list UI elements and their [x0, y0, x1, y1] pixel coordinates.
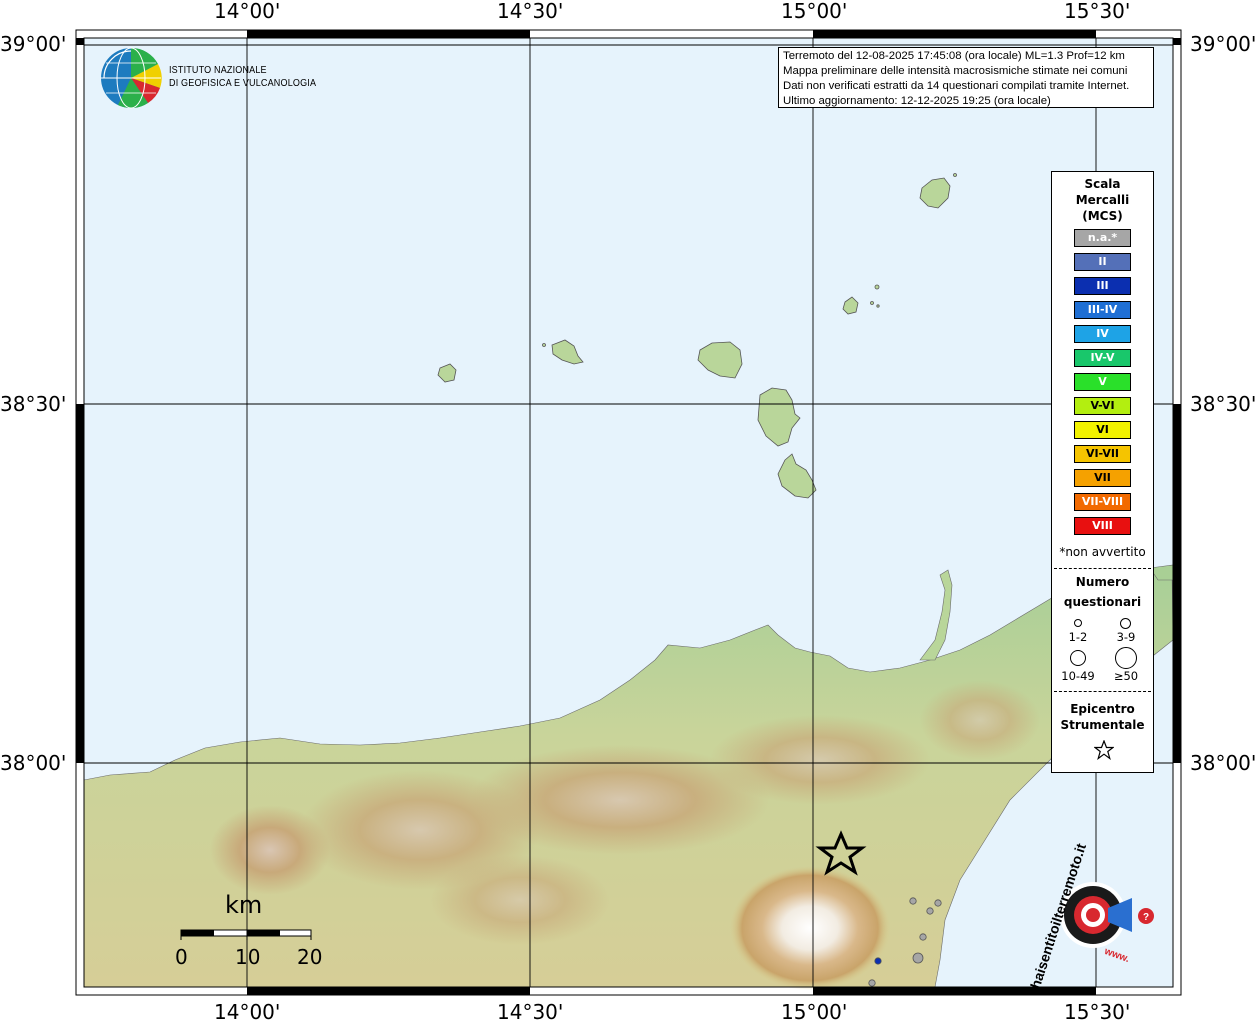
- relief: [710, 715, 930, 805]
- intensity-swatch: VII: [1074, 469, 1131, 487]
- lat-label-left: 39°00': [0, 32, 67, 56]
- circle-size-3-9-icon: [1120, 618, 1131, 629]
- non-avvertito-note: *non avvertito: [1059, 545, 1146, 559]
- legend-title: (MCS): [1082, 209, 1123, 223]
- legend-separator: [1054, 568, 1151, 569]
- intensity-point[interactable]: [926, 907, 934, 915]
- questionari-title: Numero: [1075, 575, 1130, 589]
- intensity-point[interactable]: [874, 957, 882, 965]
- circle-size-label: 10-49: [1061, 669, 1095, 683]
- intensity-map: ? 14°00' 14°30' 15°00' 15°30' 14°00' 14°…: [0, 0, 1255, 1024]
- legend-separator: [1054, 691, 1151, 692]
- scale-tick-label: 0: [175, 945, 188, 969]
- event-info-line: Terremoto del 12-08-2025 17:45:08 (ora l…: [783, 50, 1125, 62]
- lat-label-left: 38°30': [0, 392, 67, 416]
- relief: [920, 680, 1040, 760]
- epicentro-title: Epicentro: [1070, 702, 1135, 716]
- intensity-swatch: VI-VII: [1074, 445, 1131, 463]
- circle-size-50-icon: [1115, 647, 1137, 669]
- lat-label-right: 39°00': [1190, 32, 1255, 56]
- intensity-swatch: VI: [1074, 421, 1131, 439]
- intensity-swatch: IV-V: [1074, 349, 1131, 367]
- event-info-line: Dati non verificati estratti da 14 quest…: [783, 80, 1130, 92]
- intensity-point[interactable]: [868, 979, 876, 987]
- scale-tick-label: 10: [235, 945, 261, 969]
- circle-size-1-2-icon: [1074, 619, 1082, 627]
- intensity-point[interactable]: [912, 952, 924, 964]
- event-info-line: Ultimo aggiornamento: 12-12-2025 19:25 (…: [783, 95, 1051, 107]
- intensity-point[interactable]: [919, 933, 927, 941]
- legend-title: Mercalli: [1075, 193, 1130, 207]
- epicentro-title: Strumentale: [1060, 718, 1145, 732]
- lon-label-top: 15°00': [781, 0, 848, 23]
- circle-size-label: 1-2: [1068, 630, 1088, 644]
- intensity-swatch: n.a.*: [1074, 229, 1131, 247]
- intensity-swatch: VII-VIII: [1074, 493, 1131, 511]
- lon-label-top: 14°30': [497, 0, 564, 23]
- scale-unit: km: [225, 891, 263, 919]
- ingv-name-line1: ISTITUTO NAZIONALE: [169, 64, 267, 76]
- scale-tick-label: 20: [297, 945, 323, 969]
- lat-label-right: 38°30': [1190, 392, 1255, 416]
- lat-label-left: 38°00': [0, 751, 67, 775]
- circle-size-label: 3-9: [1116, 630, 1136, 644]
- relief: [430, 855, 610, 945]
- intensity-point[interactable]: [934, 899, 942, 907]
- questionari-title: questionari: [1063, 595, 1142, 609]
- etna-volcano: [730, 866, 890, 990]
- intensity-swatch: II: [1074, 253, 1131, 271]
- lat-label-right: 38°00': [1190, 751, 1255, 775]
- intensity-point[interactable]: [909, 897, 917, 905]
- intensity-swatch: IV: [1074, 325, 1131, 343]
- lon-label-top: 15°30': [1064, 0, 1131, 23]
- epicentre-legend-star-icon: [1094, 740, 1114, 760]
- legend-panel: Scala Mercalli (MCS) n.a.* II III III-IV IV I…: [1051, 171, 1154, 773]
- lon-label-bottom: 14°00': [214, 1000, 281, 1024]
- intensity-swatch: VIII: [1074, 517, 1131, 535]
- intensity-swatch: V: [1074, 373, 1131, 391]
- legend-title: Scala: [1084, 177, 1121, 191]
- circle-size-label: ≥50: [1113, 669, 1139, 683]
- event-info-box: Terremoto del 12-08-2025 17:45:08 (ora l…: [778, 47, 1154, 108]
- intensity-swatch: V-VI: [1074, 397, 1131, 415]
- intensity-swatch: III: [1074, 277, 1131, 295]
- ingv-name: ISTITUTO NAZIONALE DI GEOFISICA E VULCAN…: [169, 64, 316, 90]
- ingv-logo-icon: [101, 47, 162, 109]
- svg-text:?: ?: [1143, 912, 1149, 923]
- lon-label-top: 14°00': [214, 0, 281, 23]
- lon-label-bottom: 15°00': [781, 1000, 848, 1024]
- ingv-name-line2: DI GEOFISICA E VULCANOLOGIA: [169, 77, 317, 89]
- circle-size-10-49-icon: [1070, 650, 1086, 666]
- lon-label-bottom: 15°30': [1064, 1000, 1131, 1024]
- event-info-line: Mappa preliminare delle intensità macros…: [783, 65, 1128, 77]
- intensity-swatch: III-IV: [1074, 301, 1131, 319]
- lon-label-bottom: 14°30': [497, 1000, 564, 1024]
